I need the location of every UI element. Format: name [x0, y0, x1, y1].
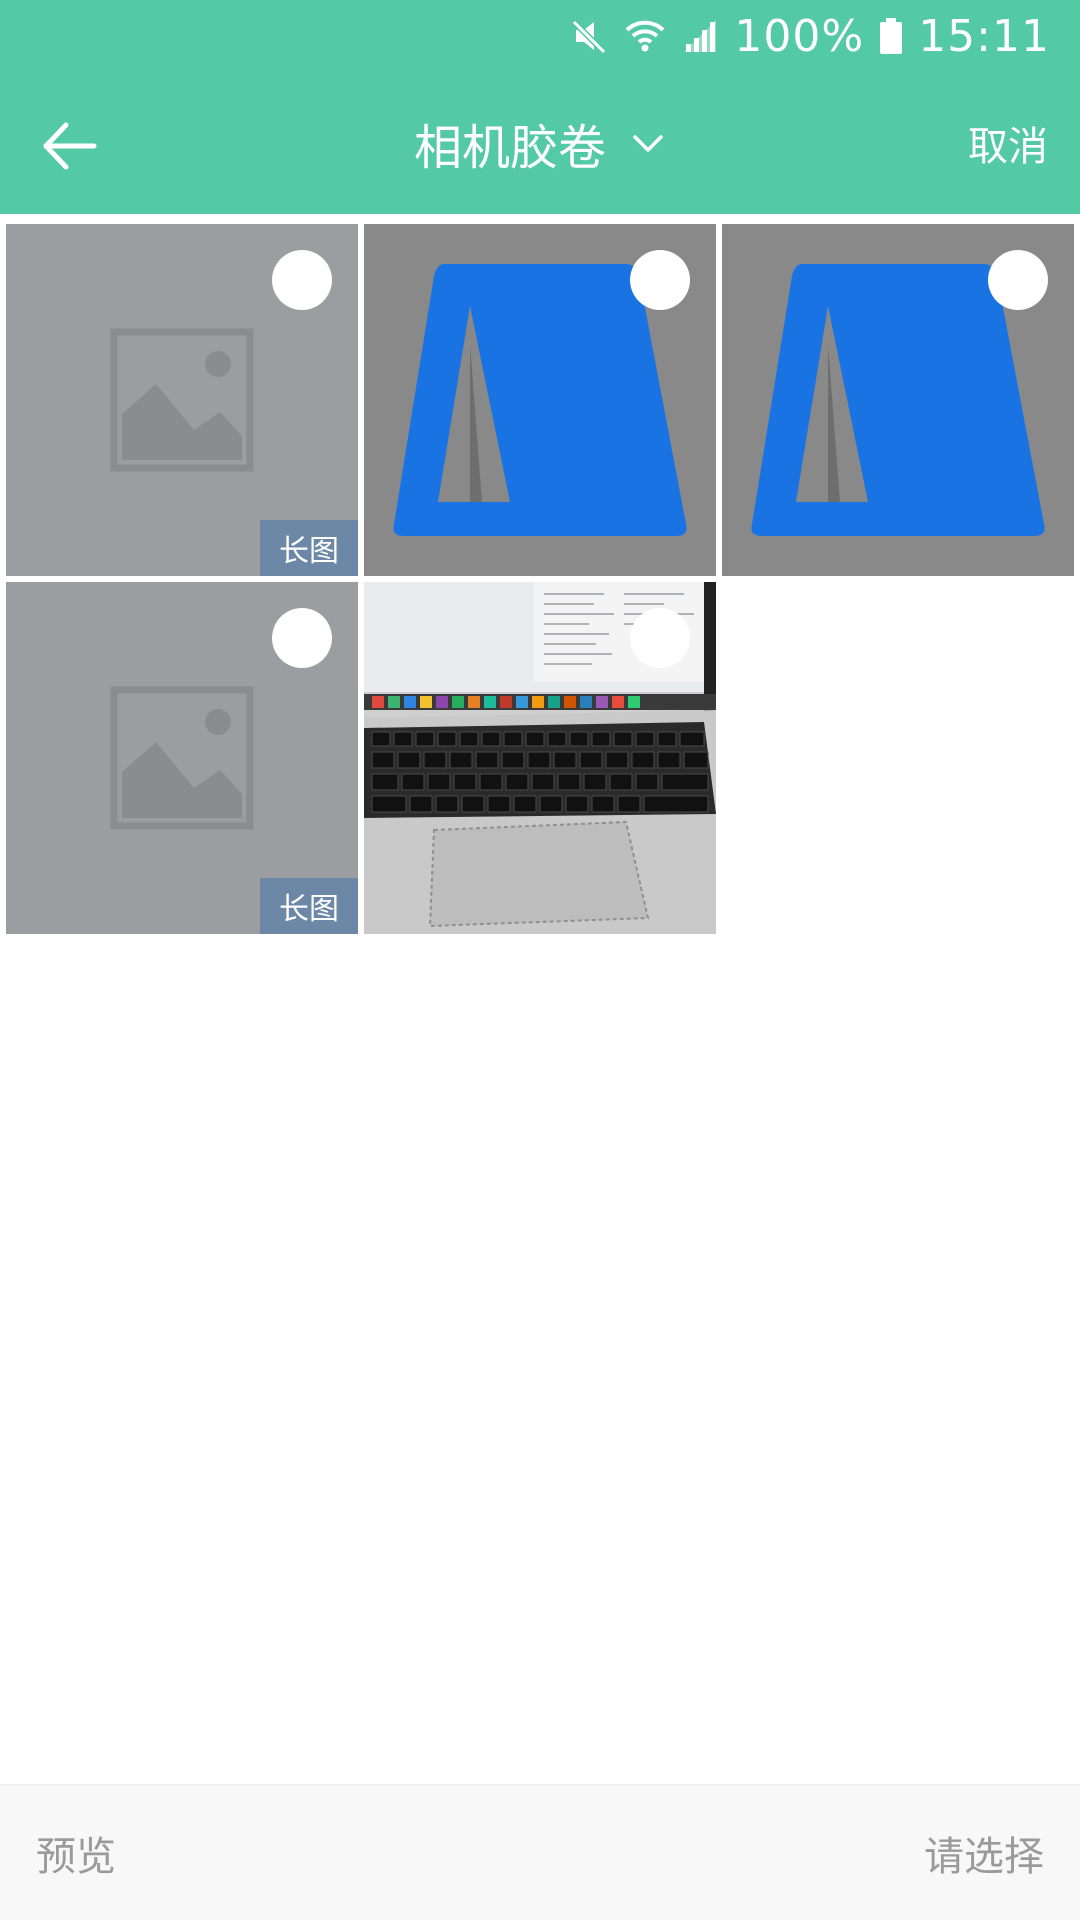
select-checkbox[interactable] — [988, 250, 1048, 310]
photo-tile[interactable]: 长图 — [6, 582, 358, 934]
battery-icon — [878, 16, 904, 56]
photo-grid: 长图 长图 — [6, 224, 1074, 934]
back-button[interactable] — [40, 116, 100, 176]
mute-icon — [570, 16, 610, 56]
photo-tile[interactable] — [722, 224, 1074, 576]
signal-icon — [680, 16, 720, 56]
long-image-badge: 长图 — [260, 878, 358, 934]
select-confirm-button[interactable]: 请选择 — [924, 1785, 1044, 1920]
battery-percent: 100% — [734, 10, 865, 62]
album-title[interactable]: 相机胶卷 — [414, 108, 606, 178]
select-checkbox[interactable] — [630, 250, 690, 310]
chevron-down-icon[interactable] — [630, 125, 666, 161]
back-arrow-icon — [43, 122, 97, 170]
preview-button[interactable]: 预览 — [36, 1785, 116, 1920]
album-selector: 相机胶卷 — [0, 72, 1080, 214]
select-checkbox[interactable] — [272, 608, 332, 668]
photo-tile[interactable]: 长图 — [6, 224, 358, 576]
select-checkbox[interactable] — [630, 608, 690, 668]
photo-tile[interactable] — [364, 224, 716, 576]
photo-tile[interactable] — [364, 582, 716, 934]
long-image-badge: 长图 — [260, 520, 358, 576]
select-checkbox[interactable] — [272, 250, 332, 310]
wifi-icon — [624, 16, 666, 56]
top-app-bar: 相机胶卷 取消 — [0, 72, 1080, 214]
clock: 15:11 — [918, 10, 1050, 62]
photo-picker-screen: 100% 15:11 相机胶卷 取消 长图 长图 预览 请选择 — [0, 0, 1080, 1920]
bottom-action-bar: 预览 请选择 — [0, 1784, 1080, 1920]
status-bar: 100% 15:11 — [0, 0, 1080, 72]
cancel-button[interactable]: 取消 — [968, 72, 1048, 214]
